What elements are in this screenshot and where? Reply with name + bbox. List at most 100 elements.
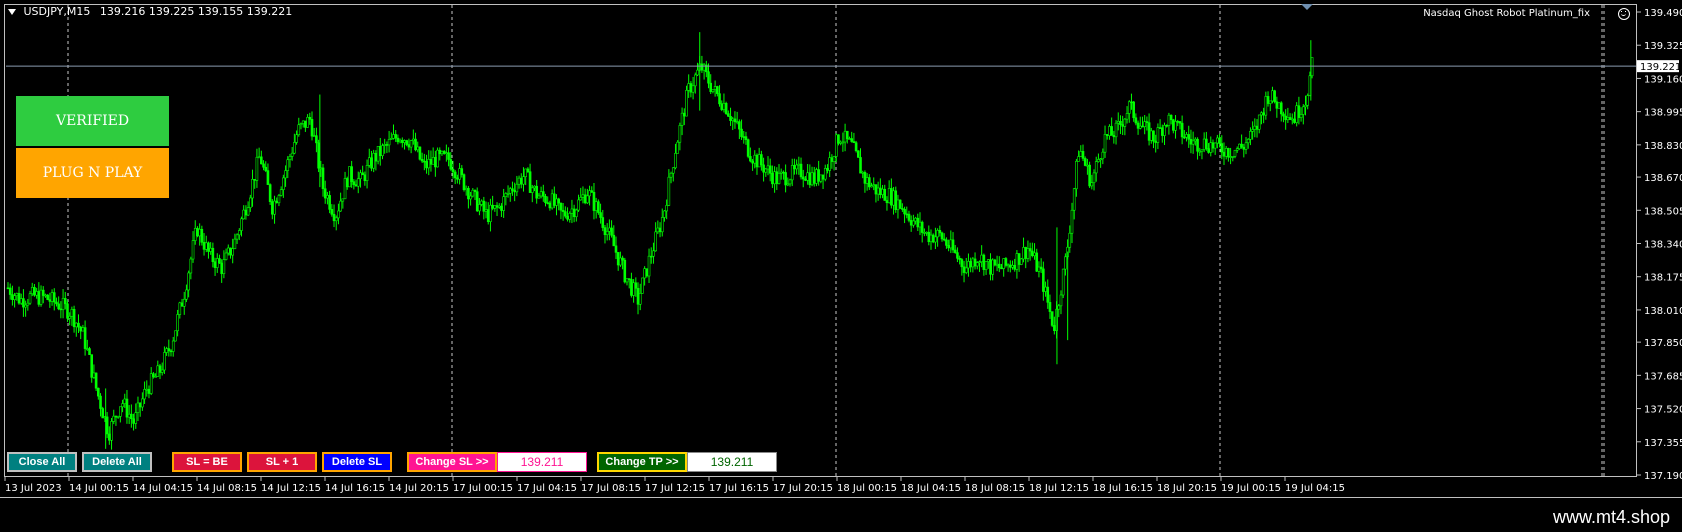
- candle-body: [500, 205, 503, 211]
- candle-body: [568, 213, 572, 220]
- candle-body: [810, 172, 814, 186]
- candle-body: [1222, 151, 1226, 157]
- x-tick-label: 14 Jul 08:15: [197, 483, 257, 494]
- candle-body: [323, 188, 327, 199]
- candle-body: [22, 298, 25, 308]
- candle-body: [1088, 164, 1091, 187]
- candle-body: [559, 202, 563, 211]
- candle-body: [321, 167, 325, 190]
- candle-body: [1000, 267, 1003, 270]
- sl-plus-one-button[interactable]: SL + 1: [247, 452, 317, 472]
- y-tick-label: 138.995: [1644, 108, 1682, 119]
- candle-body: [121, 403, 124, 408]
- candle-body: [1044, 286, 1047, 292]
- candle-body: [449, 159, 453, 170]
- candle-body: [50, 292, 54, 302]
- candle-body: [445, 152, 448, 154]
- candle-body: [945, 239, 948, 246]
- candle-body: [949, 239, 953, 249]
- candle-body: [755, 154, 759, 168]
- candle-body: [271, 201, 274, 215]
- candle-body: [713, 86, 717, 90]
- candle-body: [1246, 139, 1250, 144]
- candle-body: [1072, 188, 1076, 211]
- candle-body: [249, 197, 252, 208]
- candle-body: [978, 261, 981, 264]
- candle-body: [361, 172, 364, 176]
- candle-body: [1227, 148, 1230, 158]
- candle-body: [1218, 137, 1221, 144]
- candle-body: [854, 142, 858, 152]
- x-tick-label: 18 Jul 00:15: [837, 483, 897, 494]
- candle-body: [890, 188, 893, 206]
- delete-sl-button[interactable]: Delete SL: [322, 452, 392, 472]
- y-tick-label: 138.670: [1644, 173, 1682, 184]
- candle-body: [1286, 117, 1290, 121]
- current-price-label: 139.221: [1640, 62, 1681, 73]
- candle-body: [66, 303, 69, 319]
- candle-body: [405, 140, 409, 145]
- candle-body: [213, 261, 217, 268]
- candle-body: [471, 189, 475, 197]
- sl-be-button[interactable]: SL = BE: [172, 452, 242, 472]
- candle-body: [310, 119, 314, 137]
- candle-body: [1092, 172, 1096, 184]
- change-sl-button[interactable]: Change SL >>: [407, 452, 497, 472]
- candle-body: [909, 220, 913, 226]
- candle-body: [88, 348, 91, 355]
- tp-value-field[interactable]: 139.211: [687, 452, 777, 472]
- candle-body: [363, 174, 367, 181]
- candle-body: [901, 208, 904, 210]
- candle-body: [786, 183, 790, 186]
- candle-body: [262, 163, 265, 168]
- candle-body: [528, 171, 532, 193]
- candle-body: [870, 185, 873, 188]
- candle-body: [874, 184, 878, 195]
- candle-body: [202, 242, 206, 250]
- candle-body: [341, 198, 345, 202]
- candle-body: [284, 170, 287, 179]
- candle-body: [1282, 113, 1285, 117]
- price-axis[interactable]: 139.490 139.325 139.160 138.995 138.830 138.6…: [1637, 8, 1682, 482]
- change-tp-button[interactable]: Change TP >>: [597, 452, 687, 472]
- candle-body: [707, 71, 710, 84]
- candle-body: [1262, 112, 1265, 116]
- candle-body: [1268, 100, 1272, 104]
- candle-body: [1061, 268, 1065, 296]
- candle-body: [1284, 115, 1287, 121]
- candle-body: [1090, 182, 1094, 187]
- y-tick-label: 138.340: [1644, 240, 1682, 251]
- x-tick-label: 17 Jul 00:15: [453, 483, 513, 494]
- candle-body: [936, 230, 939, 238]
- candle-body: [46, 294, 49, 300]
- candle-body: [387, 139, 391, 146]
- delete-all-button[interactable]: Delete All: [82, 452, 152, 472]
- candle-body: [11, 294, 14, 300]
- candle-body: [583, 194, 587, 204]
- candle-body: [782, 171, 785, 174]
- smiley-icon[interactable]: [1618, 8, 1630, 20]
- candle-body: [119, 406, 122, 417]
- close-all-button[interactable]: Close All: [7, 452, 77, 472]
- candle-body: [211, 247, 215, 262]
- candle-body: [301, 120, 305, 124]
- candle-body: [1277, 102, 1281, 109]
- candle-body: [145, 388, 149, 391]
- candle-body: [257, 156, 261, 159]
- candle-body: [231, 248, 234, 256]
- sl-value-field[interactable]: 139.211: [497, 452, 587, 472]
- candle-body: [1143, 121, 1146, 127]
- caret-down-icon[interactable]: [8, 9, 16, 15]
- candle-body: [308, 117, 312, 120]
- candle-body: [616, 252, 620, 266]
- candle-body: [374, 153, 378, 162]
- candle-body: [997, 263, 1001, 269]
- y-tick-label: 138.830: [1644, 141, 1682, 152]
- candle-body: [857, 150, 860, 158]
- candle-body: [409, 140, 413, 148]
- candle-body: [572, 208, 576, 218]
- candle-body: [288, 156, 292, 161]
- candle-body: [246, 207, 250, 216]
- candle-body: [557, 198, 561, 204]
- candle-body: [934, 236, 937, 243]
